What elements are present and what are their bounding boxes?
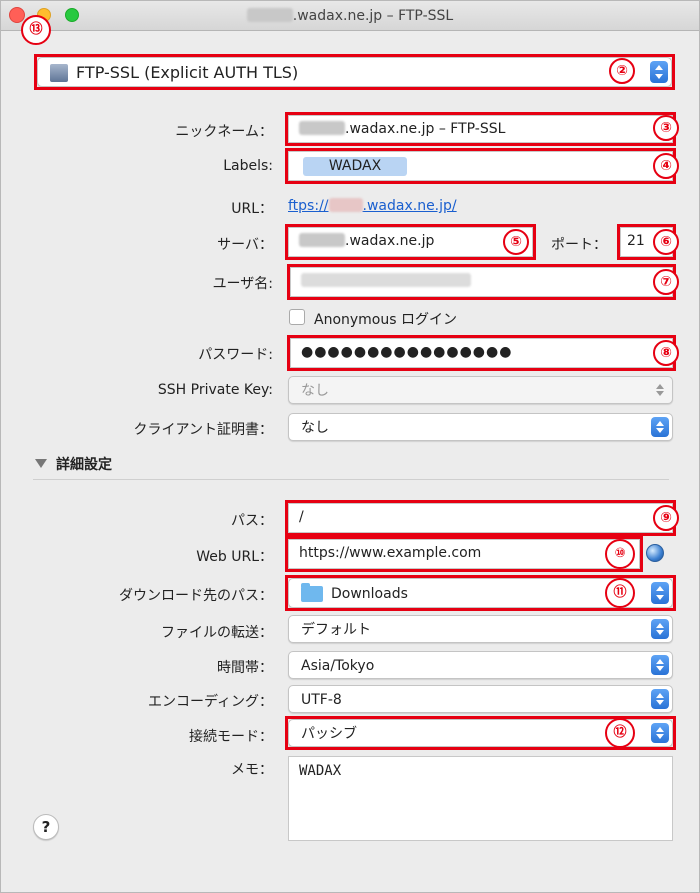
annotation-number-9: ⑨: [653, 505, 679, 531]
memo-label: メモ：: [231, 762, 273, 778]
folder-icon: [301, 583, 323, 602]
chevron-updown-icon: [651, 655, 669, 675]
server-label: サーバ：: [217, 237, 273, 253]
memo-value: WADAX: [299, 763, 342, 779]
annotation-number-11: ⑪: [605, 578, 635, 608]
labels-field[interactable]: WADAX: [288, 151, 673, 181]
chevron-updown-icon: [651, 582, 669, 604]
section-divider: [33, 479, 669, 480]
path-label: パス：: [231, 513, 273, 529]
nickname-field[interactable]: .wadax.ne.jp – FTP-SSL: [288, 115, 673, 143]
timezone-value: Asia/Tokyo: [301, 658, 375, 674]
chevron-updown-icon: [651, 417, 669, 437]
annotation-number-10: ⑩: [605, 539, 635, 569]
annotation-number-12: ⑫: [605, 718, 635, 748]
server-value: .wadax.ne.jp: [345, 233, 435, 249]
encoding-popup[interactable]: UTF-8: [288, 685, 673, 713]
redacted-host: [299, 121, 345, 135]
transfer-label: ファイルの転送：: [161, 625, 273, 641]
protocol-popup[interactable]: FTP-SSL (Explicit AUTH TLS): [37, 57, 672, 87]
annotation-number-8: ⑧: [653, 340, 679, 366]
window-title-text: .wadax.ne.jp – FTP-SSL: [292, 8, 454, 24]
disclosure-triangle-icon[interactable]: [35, 459, 47, 468]
url-link[interactable]: ftps:// .wadax.ne.jp/: [288, 198, 457, 214]
drive-icon: [50, 64, 68, 82]
annotation-number-6: ⑥: [653, 229, 679, 255]
redacted-host: [299, 233, 345, 247]
connect-mode-value: パッシブ: [301, 726, 357, 742]
title-bar: .wadax.ne.jp – FTP-SSL: [1, 1, 699, 31]
encoding-label: エンコーディング：: [147, 694, 273, 710]
url-prefix: ftps://: [288, 198, 329, 214]
nickname-label: ニックネーム：: [175, 124, 273, 140]
client-cert-popup[interactable]: なし: [288, 413, 673, 441]
url-label: URL：: [231, 201, 273, 217]
port-value: 21: [627, 233, 645, 249]
anonymous-label: Anonymous ログイン: [314, 312, 457, 328]
chevron-updown-icon: [650, 61, 668, 83]
connect-mode-label: 接続モード：: [189, 729, 273, 745]
chevron-updown-icon: [651, 723, 669, 743]
memo-textarea[interactable]: WADAX: [288, 756, 673, 841]
chevron-updown-icon: [651, 380, 669, 400]
transfer-popup[interactable]: デフォルト: [288, 615, 673, 643]
labels-label: Labels:: [223, 158, 273, 174]
chevron-updown-icon: [651, 689, 669, 709]
annotation-number-4: ④: [653, 153, 679, 179]
annotation-number-13: ⑬: [21, 15, 51, 45]
annotation-number-7: ⑦: [653, 269, 679, 295]
nickname-value: .wadax.ne.jp – FTP-SSL: [345, 121, 506, 137]
download-path-label: ダウンロード先のパス：: [119, 588, 273, 604]
encoding-value: UTF-8: [301, 692, 342, 708]
password-field[interactable]: ●●●●●●●●●●●●●●●●: [290, 338, 673, 368]
path-value: /: [299, 509, 304, 525]
password-label: パスワード:: [198, 347, 273, 363]
web-url-label: Web URL：: [196, 549, 273, 565]
chevron-updown-icon: [651, 619, 669, 639]
globe-icon[interactable]: [646, 544, 664, 562]
advanced-section-title[interactable]: 詳細設定: [56, 454, 112, 474]
ssh-key-popup[interactable]: なし: [288, 376, 673, 404]
annotation-number-5: ⑤: [503, 229, 529, 255]
ssh-key-label: SSH Private Key:: [157, 382, 273, 398]
timezone-label: 時間帯：: [217, 660, 273, 676]
redacted-username: [301, 273, 471, 287]
transfer-value: デフォルト: [301, 622, 371, 638]
url-suffix: .wadax.ne.jp/: [362, 198, 457, 214]
username-label: ユーザ名:: [212, 276, 273, 292]
anonymous-checkbox[interactable]: [289, 309, 305, 325]
ssh-key-value: なし: [301, 383, 329, 399]
client-cert-value: なし: [301, 420, 329, 436]
annotation-number-3: ③: [653, 115, 679, 141]
username-field[interactable]: [290, 267, 673, 297]
bookmark-window: .wadax.ne.jp – FTP-SSL FTP-SSL (Explicit…: [0, 0, 700, 893]
window-title: .wadax.ne.jp – FTP-SSL: [1, 8, 699, 24]
client-cert-label: クライアント証明書：: [133, 422, 273, 438]
timezone-popup[interactable]: Asia/Tokyo: [288, 651, 673, 679]
download-path-value: Downloads: [331, 586, 408, 602]
server-field[interactable]: .wadax.ne.jp: [288, 227, 533, 257]
annotation-number-2: ②: [609, 58, 635, 84]
redacted-host: [246, 8, 293, 22]
password-value: ●●●●●●●●●●●●●●●●: [301, 344, 513, 360]
web-url-value: https://www.example.com: [299, 545, 482, 561]
path-field[interactable]: /: [288, 503, 673, 533]
port-label: ポート：: [551, 237, 607, 253]
protocol-value: FTP-SSL (Explicit AUTH TLS): [76, 63, 299, 82]
redacted-host: [328, 198, 363, 212]
label-tag-wadax[interactable]: WADAX: [303, 157, 407, 176]
help-button[interactable]: ?: [33, 814, 59, 840]
web-url-field[interactable]: https://www.example.com: [288, 539, 640, 569]
